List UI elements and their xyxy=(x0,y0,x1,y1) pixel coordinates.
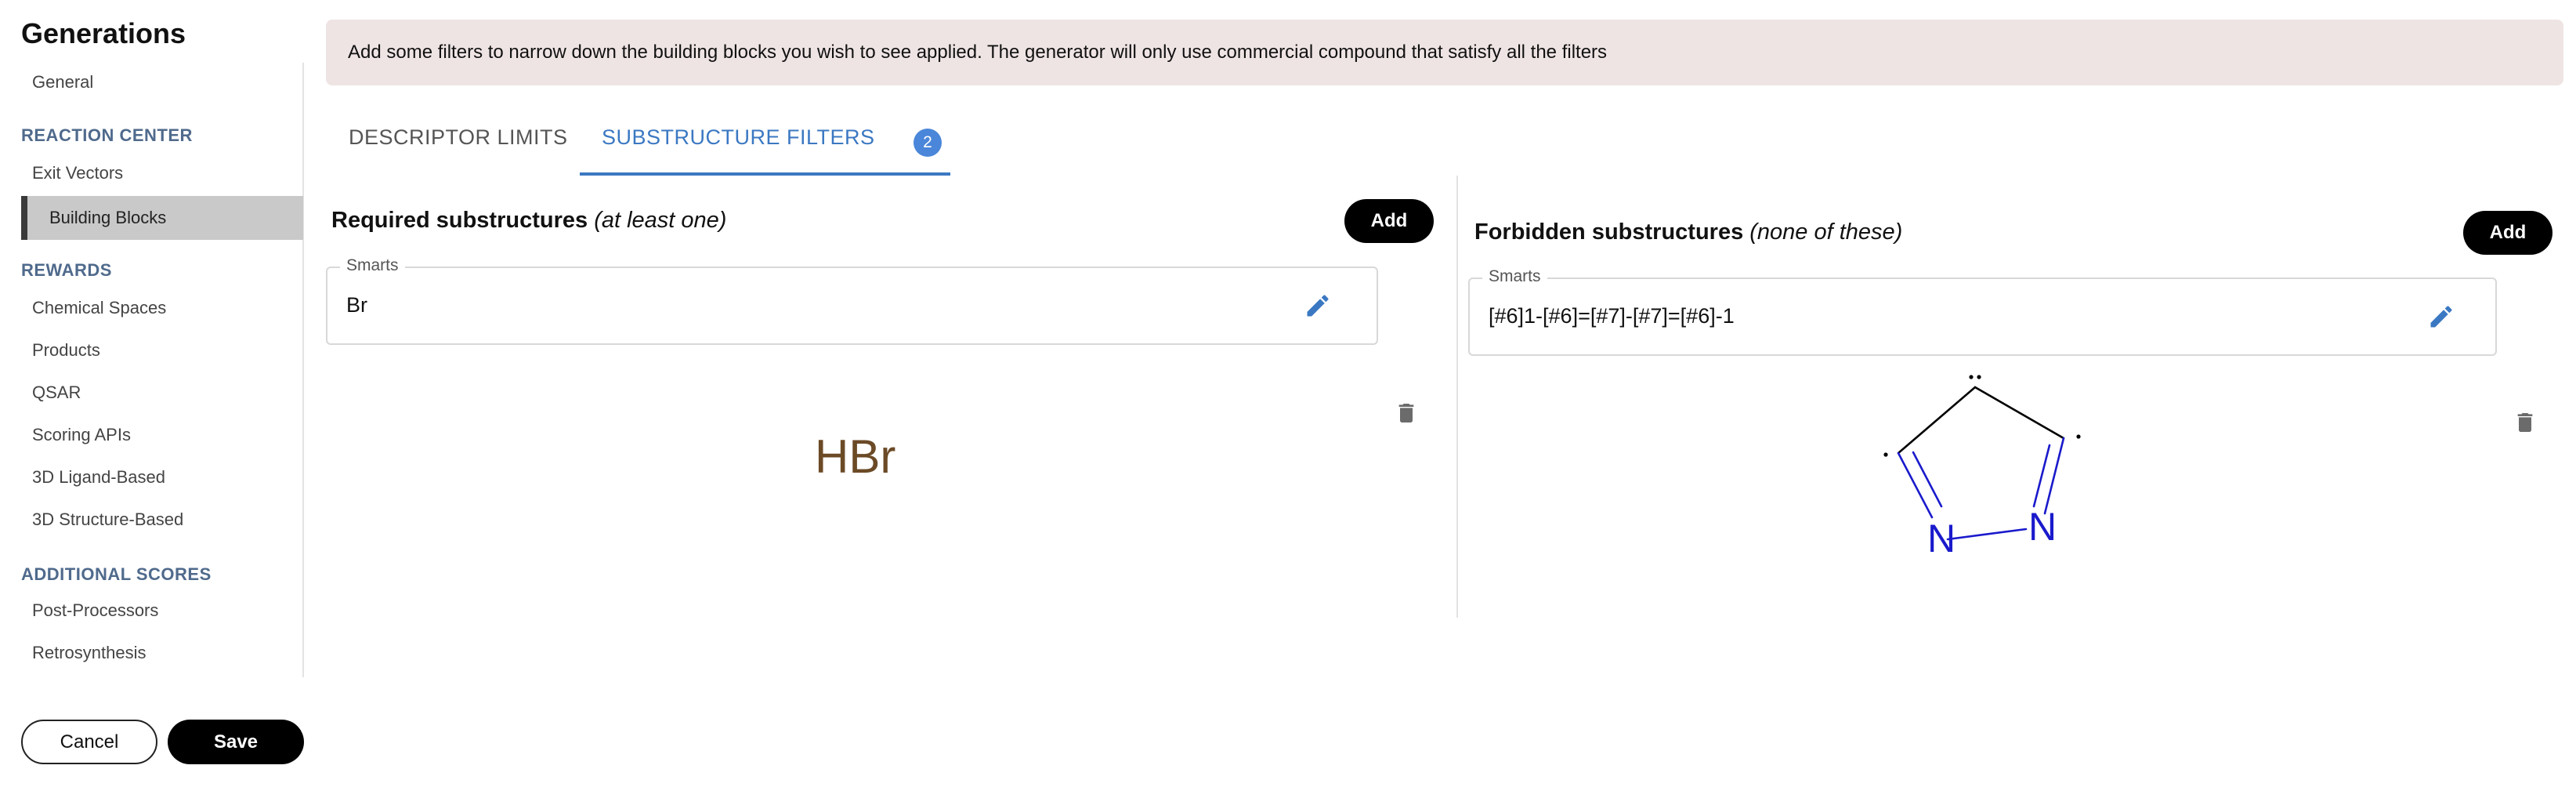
active-tab-indicator xyxy=(580,172,950,176)
forbidden-smarts-label: Smarts xyxy=(1482,267,1547,286)
required-title-text: Required substructures xyxy=(331,208,588,233)
forbidden-title-text: Forbidden substructures xyxy=(1474,219,1744,245)
nav-item-post-processors[interactable]: Post-Processors xyxy=(32,600,158,621)
forbidden-molecule-depiction: N N xyxy=(1883,375,2081,560)
required-smarts-value: Br xyxy=(346,293,367,317)
trash-icon[interactable] xyxy=(1394,398,1419,428)
required-smarts-label: Smarts xyxy=(340,256,405,275)
filter-count-badge: 2 xyxy=(914,129,942,157)
nav-item-general[interactable]: General xyxy=(32,72,93,92)
nav-section-additional-scores: ADDITIONAL SCORES xyxy=(21,564,212,584)
required-hint: (at least one) xyxy=(594,208,727,233)
add-required-button[interactable]: Add xyxy=(1344,199,1434,243)
tab-substructure-filters[interactable]: SUBSTRUCTURE FILTERS xyxy=(602,125,875,150)
save-button[interactable]: Save xyxy=(168,720,304,764)
sidebar: Generations General REACTION CENTER Exit… xyxy=(0,0,306,787)
nav-item-exit-vectors[interactable]: Exit Vectors xyxy=(32,163,123,183)
forbidden-substructures-title: Forbidden substructures (none of these) xyxy=(1474,219,1902,245)
nitrogen-atom-label: N xyxy=(2028,505,2057,549)
nav-item-3d-structure-based[interactable]: 3D Structure-Based xyxy=(32,510,183,530)
radical-dots xyxy=(1883,375,2081,457)
required-molecule-depiction: HBr xyxy=(815,430,896,483)
nav-item-chemical-spaces[interactable]: Chemical Spaces xyxy=(32,298,166,318)
trash-icon[interactable] xyxy=(2513,408,2538,437)
pencil-icon[interactable] xyxy=(2427,303,2455,331)
nitrogen-atom-label: N xyxy=(1927,517,1956,560)
app-title: Generations xyxy=(21,17,186,49)
nav-item-qsar[interactable]: QSAR xyxy=(32,383,81,403)
forbidden-smarts-field[interactable]: Smarts [#6]1-[#6]=[#7]-[#7]=[#6]-1 xyxy=(1468,267,2497,356)
forbidden-smarts-value: [#6]1-[#6]=[#7]-[#7]=[#6]-1 xyxy=(1489,304,1735,328)
nav-item-3d-ligand-based[interactable]: 3D Ligand-Based xyxy=(32,467,165,488)
cancel-button[interactable]: Cancel xyxy=(21,720,157,764)
nav-section-reaction-center: REACTION CENTER xyxy=(21,125,193,145)
nav-item-building-blocks[interactable]: Building Blocks xyxy=(21,196,303,240)
required-substructures-title: Required substructures (at least one) xyxy=(331,208,726,234)
nav-section-rewards: REWARDS xyxy=(21,260,112,280)
tab-descriptor-limits[interactable]: DESCRIPTOR LIMITS xyxy=(349,125,568,150)
nav-item-products[interactable]: Products xyxy=(32,340,100,361)
required-smarts-field[interactable]: Smarts Br xyxy=(326,256,1378,345)
info-banner: Add some filters to narrow down the buil… xyxy=(326,20,2563,85)
nav-item-scoring-apis[interactable]: Scoring APIs xyxy=(32,425,131,445)
add-forbidden-button[interactable]: Add xyxy=(2463,211,2552,255)
settings-nav: General REACTION CENTER Exit Vectors Bui… xyxy=(21,63,304,677)
pencil-icon[interactable] xyxy=(1304,292,1332,320)
column-divider xyxy=(1456,176,1458,618)
forbidden-hint: (none of these) xyxy=(1749,219,1903,245)
nav-item-retrosynthesis[interactable]: Retrosynthesis xyxy=(32,643,147,663)
